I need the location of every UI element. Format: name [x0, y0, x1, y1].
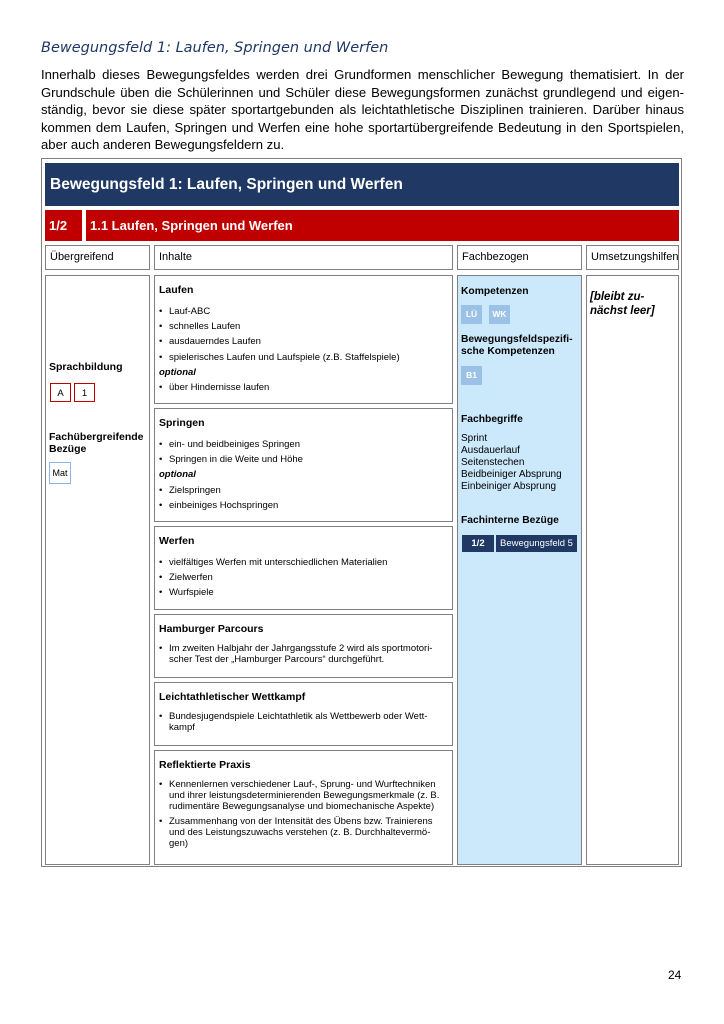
content-box-title: Reflektierte Praxis [159, 759, 251, 771]
optional-label: optional [159, 469, 196, 481]
content-box-title: Hamburger Parcours [159, 623, 264, 635]
list-item: Im zweiten Halbjahr der Jahrgangsstufe 2… [159, 643, 448, 665]
content-box-springen: Springen ein- und beidbeiniges Springen … [154, 408, 453, 522]
intro-line: Grundschule üben die Schülerinnen und Sc… [41, 84, 684, 100]
umsetzungshilfen-cell [586, 275, 679, 865]
content-box-title: Leichtathletischer Wettkampf [159, 691, 306, 703]
content-box-hamburger-parcours: Hamburger Parcours Im zweiten Halbjahr d… [154, 614, 453, 678]
fachinterne-bezuege-label: Fachinterne Bezüge [461, 515, 559, 526]
content-box-laufen: Laufen Lauf-ABC schnelles Laufen ausdaue… [154, 275, 453, 404]
unit-number: 1/2 [45, 210, 82, 241]
list-item: Zielwerfen [159, 570, 448, 585]
content-list: Im zweiten Halbjahr der Jahrgangsstufe 2… [159, 643, 448, 665]
intro-line: aber auch anderen Bewegungsfeldern zu. [41, 137, 285, 153]
intro-line: ständig, bevor sie diese später sportart… [41, 102, 684, 118]
content-list: vielfältiges Werfen mit unterschiedliche… [159, 555, 448, 601]
list-item: vielfältiges Werfen mit unterschiedliche… [159, 555, 448, 570]
list-item: Lauf-ABC [159, 304, 448, 319]
column-header-inhalte: Inhalte [154, 245, 453, 270]
list-item: Bundesjugendspiele Leichtathletik als We… [159, 711, 448, 733]
fachuebergreifend-label-line: Fachübergreifende [49, 431, 144, 443]
fachuebergreifend-label-line: Bezüge [49, 443, 87, 455]
column-header-uebergreifend: Übergreifend [45, 245, 150, 270]
content-box-wettkampf: Leichtathletischer Wettkampf Bundesjugen… [154, 682, 453, 746]
bfs-label-line: Bewegungsfeldspezifi- [461, 334, 573, 345]
list-item: Zielspringen [159, 483, 448, 498]
fachbegriff: Beidbeiniger Absprung [461, 469, 562, 480]
fachbezogen-cell [457, 275, 582, 865]
fachinterner-bezug-label: Bewegungsfeld 5 [496, 535, 577, 552]
intro-line: Innerhalb dieses Bewegungsfeldes werden … [41, 67, 684, 82]
fachinterner-bezug-number: 1/2 [462, 535, 494, 552]
fachbegriffe-label: Fachbegriffe [461, 414, 523, 425]
fachbegriffe-list: Sprint Ausdauerlauf Seitenstechen Beidbe… [461, 433, 562, 493]
list-item: Kennenlernen verschiedener Lauf-, Sprung… [159, 779, 448, 812]
content-list: Bundesjugendspiele Leichtathletik als We… [159, 711, 448, 733]
list-item: Springen in die Weite und Höhe [159, 452, 448, 467]
column-header-umsetzungshilfen: Umsetzungshilfen [586, 245, 679, 270]
content-box-werfen: Werfen vielfältiges Werfen mit unterschi… [154, 526, 453, 610]
kompetenz-chip: WK [489, 305, 510, 324]
fachbegriff: Seitenstechen [461, 457, 525, 468]
fachuebergreifend-tag: Mat [49, 462, 71, 484]
umsetzungshilfen-line: [bleibt zu- [590, 291, 645, 303]
content-list: Kennenlernen verschiedener Lauf-, Sprung… [159, 779, 448, 849]
bewegungsfeldspezifische-kompetenzen-label: Bewegungsfeldspezifi- sche Kompetenzen [461, 334, 573, 358]
sprachbildung-tag: A [50, 383, 71, 402]
list-item: ausdauerndes Laufen [159, 334, 448, 349]
content-box-reflektierte-praxis: Reflektierte Praxis Kennenlernen verschi… [154, 750, 453, 865]
content-list: ein- und beidbeiniges Springen Springen … [159, 437, 448, 513]
fachuebergreifend-label: Fachübergreifende Bezüge [49, 431, 144, 455]
list-item: einbeiniges Hochspringen [159, 498, 448, 513]
kompetenz-chip: LÜ [461, 305, 482, 324]
umsetzungshilfen-line: nächst leer] [590, 305, 655, 317]
list-item: spielerisches Laufen und Laufspiele (z.B… [159, 350, 448, 365]
optional-label: optional [159, 366, 196, 378]
content-box-title: Werfen [159, 535, 195, 547]
list-item: Wurfspiele [159, 585, 448, 600]
intro-paragraph: Innerhalb dieses Bewegungsfeldes werden … [41, 66, 684, 154]
column-header-fachbezogen: Fachbezogen [457, 245, 582, 270]
content-box-title: Laufen [159, 284, 194, 296]
section-heading: Bewegungsfeld 1: Laufen, Springen und We… [41, 40, 389, 56]
sprachbildung-label: Sprachbildung [49, 361, 123, 373]
list-item: ein- und beidbeiniges Springen [159, 437, 448, 452]
list-item: über Hindernisse laufen [159, 380, 448, 395]
fachbegriff: Ausdauerlauf [461, 445, 520, 456]
bfs-label-line: sche Kompetenzen [461, 346, 555, 357]
list-item: Zusammenhang von der Intensität des Üben… [159, 816, 448, 849]
fachbegriff: Einbeiniger Absprung [461, 481, 557, 492]
intro-line: kommen dem Laufen, Springen und Werfen e… [41, 119, 684, 135]
content-list: Lauf-ABC schnelles Laufen ausdauerndes L… [159, 304, 448, 395]
table-title-bar: Bewegungsfeld 1: Laufen, Springen und We… [45, 163, 679, 206]
kompetenzen-label: Kompetenzen [461, 286, 529, 297]
list-item: schnelles Laufen [159, 319, 448, 334]
umsetzungshilfen-note: [bleibt zu- nächst leer] [590, 290, 670, 318]
sprachbildung-tag: 1 [74, 383, 95, 402]
content-box-title: Springen [159, 417, 205, 429]
bfs-chip: B1 [461, 366, 482, 385]
unit-title: 1.1 Laufen, Springen und Werfen [86, 210, 679, 241]
fachbegriff: Sprint [461, 433, 488, 444]
page-number: 24 [668, 968, 682, 982]
